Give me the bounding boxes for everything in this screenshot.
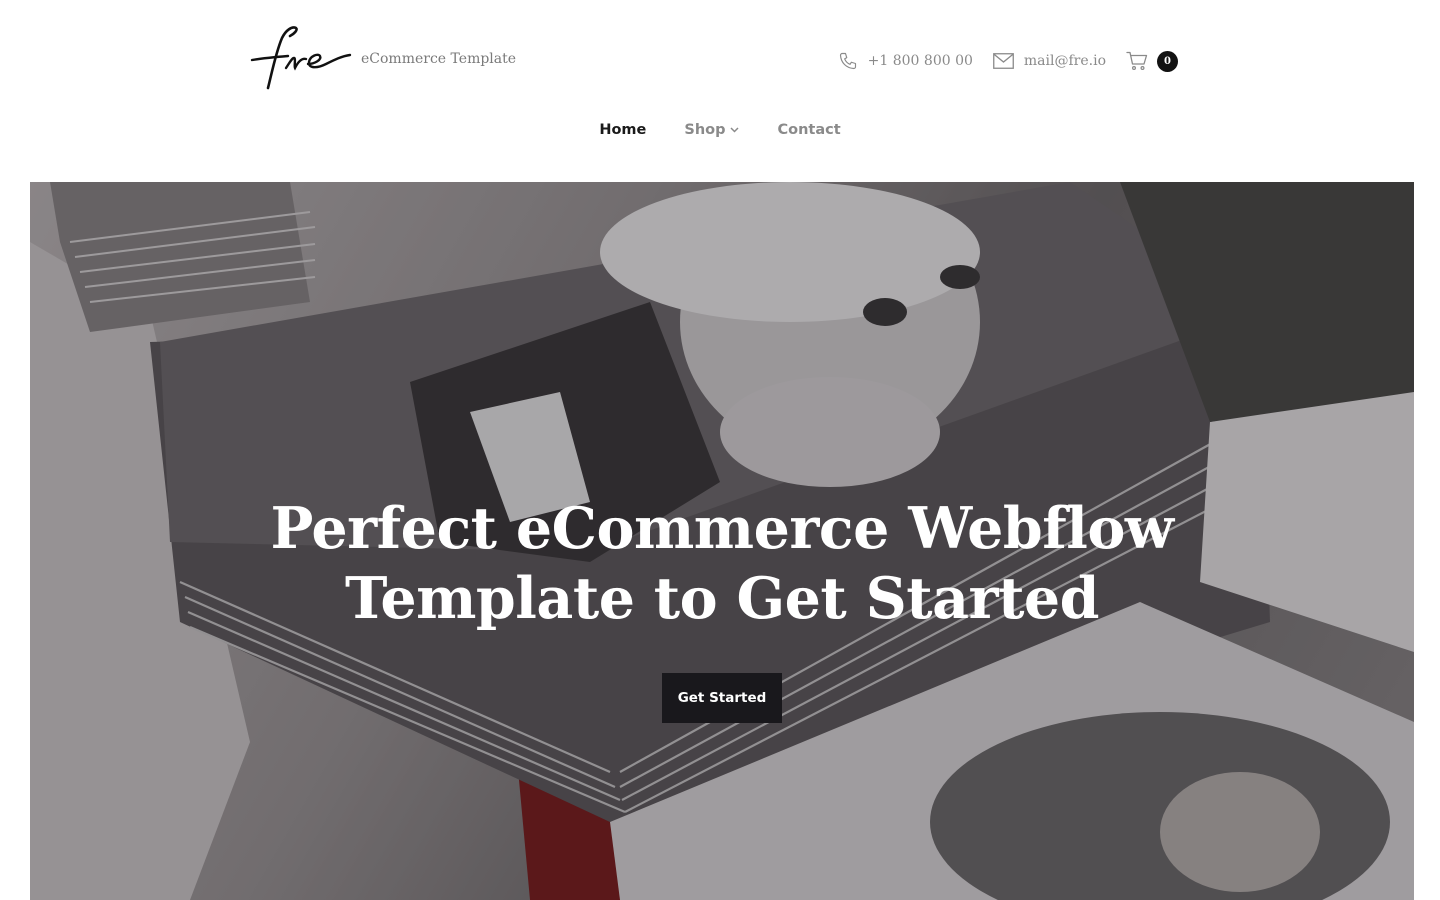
nav-contact[interactable]: Contact (777, 118, 840, 142)
fre-logo[interactable] (246, 22, 354, 98)
nav-shop-label: Shop (684, 122, 726, 138)
cart-icon (1126, 51, 1148, 71)
site-header: eCommerce Template +1 800 800 00 mail@fr… (0, 0, 1440, 182)
cart-button[interactable]: 0 (1126, 50, 1178, 72)
main-nav: Home Shop Contact (0, 118, 1440, 142)
hero-title-line-1: Perfect eCommerce Webflow (270, 495, 1174, 562)
contact-bar: +1 800 800 00 mail@fre.io 0 (818, 46, 1178, 76)
email-address: mail@fre.io (1023, 53, 1106, 69)
hero-section: Perfect eCommerce Webflow Template to Ge… (30, 182, 1414, 900)
phone-icon (839, 52, 856, 70)
phone-number: +1 800 800 00 (867, 53, 973, 69)
nav-shop[interactable]: Shop (684, 118, 740, 142)
email-link[interactable]: mail@fre.io (993, 46, 1106, 76)
brand[interactable]: eCommerce Template (246, 22, 516, 98)
nav-home[interactable]: Home (599, 118, 646, 142)
hero-title: Perfect eCommerce Webflow Template to Ge… (30, 494, 1414, 634)
chevron-down-icon (730, 127, 740, 133)
phone-link[interactable]: +1 800 800 00 (838, 46, 973, 76)
mail-icon (993, 53, 1014, 69)
get-started-button[interactable]: Get Started (662, 673, 782, 723)
hero-title-line-2: Template to Get Started (344, 565, 1100, 632)
site-tagline: eCommerce Template (361, 51, 517, 67)
cart-count-badge: 0 (1157, 50, 1178, 72)
